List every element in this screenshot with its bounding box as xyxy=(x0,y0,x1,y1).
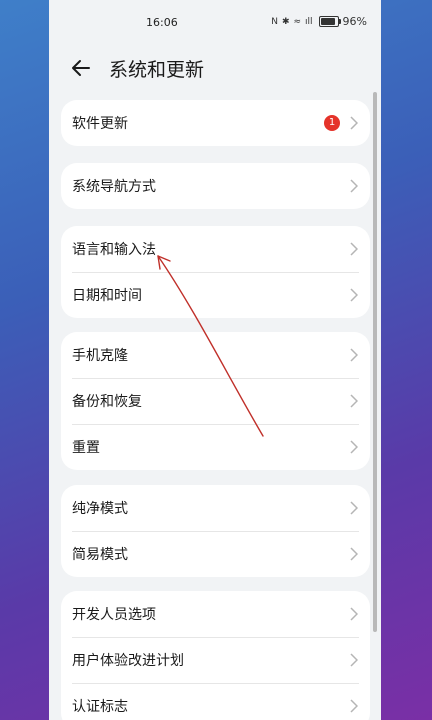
reset-item[interactable]: 重置 xyxy=(61,424,370,470)
item-label: 开发人员选项 xyxy=(72,607,156,623)
chevron-right-icon xyxy=(350,547,358,561)
signal-icon: ıll xyxy=(305,16,313,27)
item-label: 语言和输入法 xyxy=(72,242,156,258)
developer-options-item[interactable]: 开发人员选项 xyxy=(61,591,370,637)
item-label: 系统导航方式 xyxy=(72,179,156,195)
simple-mode-item[interactable]: 简易模式 xyxy=(61,531,370,577)
settings-group-language: 语言和输入法 日期和时间 xyxy=(61,226,370,318)
software-update-item[interactable]: 软件更新 1 xyxy=(61,100,370,146)
page-title: 系统和更新 xyxy=(109,59,205,81)
item-label: 软件更新 xyxy=(72,116,128,132)
chevron-right-icon xyxy=(350,348,358,362)
chevron-right-icon xyxy=(350,116,358,130)
status-icons: N ✱ ≈ ıll 96% xyxy=(271,15,367,28)
user-experience-item[interactable]: 用户体验改进计划 xyxy=(61,637,370,683)
item-label: 备份和恢复 xyxy=(72,394,142,410)
item-label: 重置 xyxy=(72,440,100,456)
chevron-right-icon xyxy=(350,394,358,408)
battery-percent: 96% xyxy=(342,15,367,28)
item-label: 日期和时间 xyxy=(72,288,142,304)
settings-group-developer: 开发人员选项 用户体验改进计划 认证标志 xyxy=(61,591,370,720)
settings-group-update: 软件更新 1 xyxy=(61,100,370,146)
chevron-right-icon xyxy=(350,501,358,515)
item-label: 纯净模式 xyxy=(72,501,128,517)
settings-group-navigation: 系统导航方式 xyxy=(61,163,370,209)
item-label: 简易模式 xyxy=(72,547,128,563)
phone-screen: 16:06 N ✱ ≈ ıll 96% 系统和更新 软件更新 1 系统导航方式 xyxy=(49,0,381,720)
settings-group-backup: 手机克隆 备份和恢复 重置 xyxy=(61,332,370,470)
chevron-right-icon xyxy=(350,242,358,256)
backup-restore-item[interactable]: 备份和恢复 xyxy=(61,378,370,424)
chevron-right-icon xyxy=(350,607,358,621)
battery-icon xyxy=(318,16,341,27)
status-bar: 16:06 N ✱ ≈ ıll 96% xyxy=(49,0,381,46)
chevron-right-icon xyxy=(350,699,358,713)
update-count-badge: 1 xyxy=(324,115,340,131)
language-input-item[interactable]: 语言和输入法 xyxy=(61,226,370,272)
back-arrow-icon[interactable] xyxy=(69,56,93,80)
item-label: 用户体验改进计划 xyxy=(72,653,184,669)
status-time: 16:06 xyxy=(146,16,178,29)
date-time-item[interactable]: 日期和时间 xyxy=(61,272,370,318)
nfc-icon: N xyxy=(271,16,278,27)
item-label: 认证标志 xyxy=(72,699,128,715)
page-header: 系统和更新 xyxy=(49,50,381,86)
certification-item[interactable]: 认证标志 xyxy=(61,683,370,720)
scrollbar[interactable] xyxy=(373,92,377,632)
chevron-right-icon xyxy=(350,653,358,667)
phone-clone-item[interactable]: 手机克隆 xyxy=(61,332,370,378)
bluetooth-icon: ✱ xyxy=(281,16,290,27)
settings-group-modes: 纯净模式 简易模式 xyxy=(61,485,370,577)
system-navigation-item[interactable]: 系统导航方式 xyxy=(61,163,370,209)
chevron-right-icon xyxy=(350,179,358,193)
wifi-icon: ≈ xyxy=(293,16,302,27)
chevron-right-icon xyxy=(350,440,358,454)
chevron-right-icon xyxy=(350,288,358,302)
item-label: 手机克隆 xyxy=(72,348,128,364)
pure-mode-item[interactable]: 纯净模式 xyxy=(61,485,370,531)
